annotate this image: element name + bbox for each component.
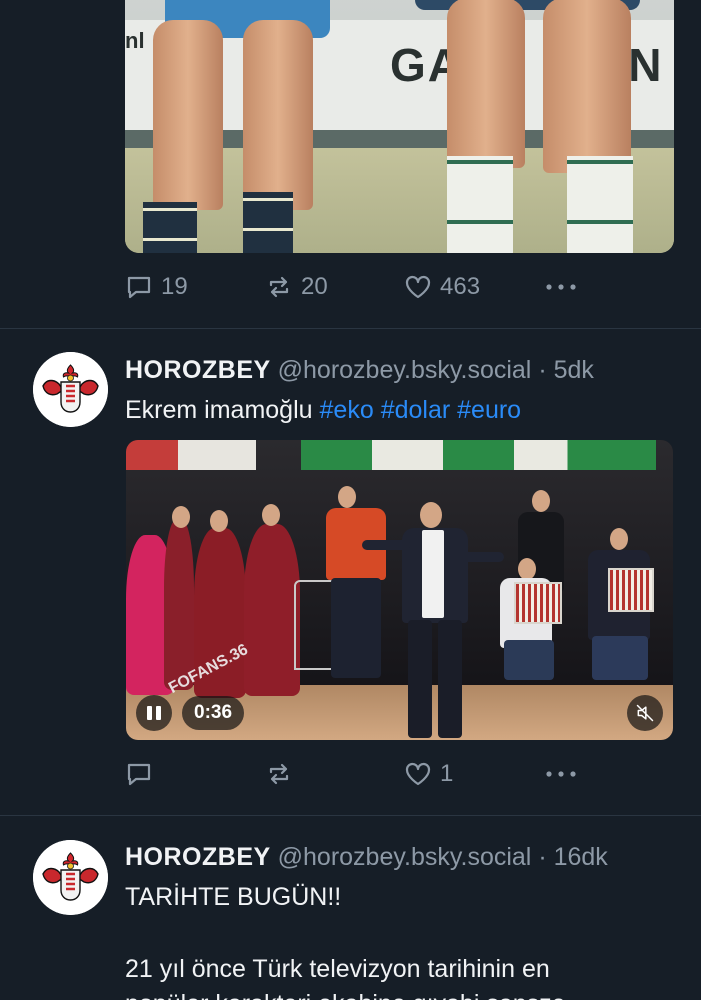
video-figure-leg (408, 620, 432, 738)
like-count: 1 (440, 760, 454, 787)
like-button[interactable]: 463 (404, 273, 480, 301)
post-image[interactable]: nl GAÜN (125, 0, 674, 253)
post-divider (0, 815, 701, 816)
video-figure-head (338, 486, 356, 508)
like-count: 463 (440, 273, 481, 300)
video-figure-head (532, 490, 550, 512)
post-body-text: Ekrem imamoğlu (125, 396, 313, 424)
pause-button[interactable] (136, 695, 172, 731)
post-time[interactable]: · 16dk (538, 843, 607, 871)
post-text: Ekrem imamoğlu #eko #dolar #euro (125, 396, 521, 425)
muted-speaker-icon (636, 704, 654, 722)
video-figure-head (262, 504, 280, 526)
video-figure (592, 636, 648, 680)
avatar[interactable] (33, 840, 108, 915)
like-button[interactable]: 1 (404, 760, 453, 788)
video-figure-head (420, 502, 442, 528)
repost-arrows-icon (269, 763, 289, 785)
image-sock (567, 156, 633, 253)
video-figure-shirt (422, 530, 444, 618)
video-figure-arm (362, 540, 410, 550)
video-figure (244, 524, 300, 696)
reply-count: 19 (161, 273, 188, 300)
video-flag (126, 440, 256, 470)
video-figure (164, 520, 194, 690)
handle[interactable]: @horozbey.bsky.social (278, 843, 532, 871)
post-text-line: TARİHTE BUGÜN!! (125, 883, 342, 911)
image-sock (447, 156, 513, 253)
pause-icon (147, 706, 152, 720)
image-sock (143, 202, 197, 253)
post-text-line: 21 yıl önce Türk televizyon tarihinin en (125, 955, 550, 983)
repost-arrows-icon (269, 276, 289, 298)
video-accordion (514, 582, 562, 624)
hashtag-link[interactable]: #eko (320, 396, 374, 424)
post-divider (0, 328, 701, 329)
heart-icon (405, 762, 431, 786)
comment-bubble-icon (127, 276, 151, 299)
image-leg (543, 0, 631, 173)
video-player[interactable]: FOFANS.36 0:36 (126, 440, 673, 740)
video-accordion (608, 568, 654, 612)
post-header: HOROZBEY @horozbey.bsky.social · 16dk (125, 843, 608, 872)
display-name[interactable]: HOROZBEY (125, 356, 271, 384)
post-text-line: popüler karakteri ekabine gıyabi sansze (125, 990, 566, 1000)
display-name[interactable]: HOROZBEY (125, 843, 271, 871)
video-figure-head (210, 510, 228, 532)
avatar[interactable] (33, 352, 108, 427)
video-flag (301, 440, 656, 470)
post-time[interactable]: · 5dk (538, 356, 594, 384)
video-figure-head (172, 506, 190, 528)
more-options-button[interactable] (543, 760, 579, 788)
hashtag-link[interactable]: #dolar (381, 396, 451, 424)
repost-count: 20 (301, 273, 328, 300)
more-dots-icon (546, 284, 576, 290)
video-figure-leg (438, 620, 462, 738)
image-sock (243, 192, 293, 253)
reply-button[interactable]: 19 (125, 273, 188, 301)
feed: nl GAÜN 19 20 463 (0, 0, 701, 1000)
video-figure (504, 640, 554, 680)
video-figure-head (610, 528, 628, 550)
heart-icon (405, 275, 431, 299)
video-figure (331, 578, 381, 678)
reply-button[interactable] (125, 760, 161, 788)
mute-button[interactable] (627, 695, 663, 731)
rooster-logo-avatar (33, 840, 108, 915)
image-leg (447, 0, 525, 168)
comment-bubble-icon (127, 763, 151, 786)
repost-button[interactable] (265, 760, 301, 788)
video-time: 0:36 (182, 696, 245, 730)
image-sign-text-left: nl (125, 28, 145, 53)
repost-button[interactable]: 20 (265, 273, 328, 301)
post-header: HOROZBEY @horozbey.bsky.social · 5dk (125, 356, 594, 385)
image-leg (153, 20, 223, 210)
more-dots-icon (546, 771, 576, 777)
video-figure-arm (462, 552, 504, 562)
rooster-logo-avatar (33, 352, 108, 427)
hashtag-link[interactable]: #euro (457, 396, 521, 424)
video-figure-head (518, 558, 536, 580)
pause-icon (156, 706, 161, 720)
more-options-button[interactable] (543, 273, 579, 301)
handle[interactable]: @horozbey.bsky.social (278, 356, 532, 384)
image-leg (243, 20, 313, 210)
